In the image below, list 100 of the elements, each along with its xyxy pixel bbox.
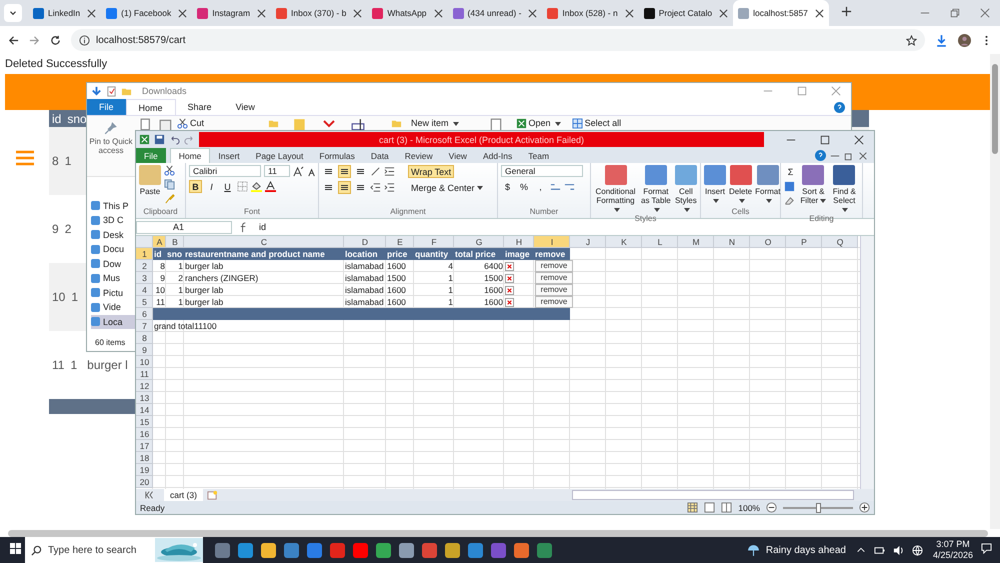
column-header[interactable]: Q — [822, 236, 858, 248]
autosum-button[interactable]: Σ — [784, 165, 797, 178]
navigation-item[interactable]: 3D C — [91, 214, 135, 227]
browser-tab[interactable]: Project Catalo — [638, 0, 734, 26]
row-header[interactable]: 6 — [136, 308, 153, 320]
column-header[interactable]: G — [454, 236, 504, 248]
remove-button[interactable]: remove — [535, 284, 573, 296]
ribbon-tab[interactable]: File — [87, 99, 126, 115]
app-icon[interactable] — [238, 542, 253, 558]
vertical-scrollbar[interactable] — [860, 236, 874, 489]
close-icon[interactable] — [719, 8, 728, 18]
row-header[interactable]: 4 — [136, 284, 153, 296]
row-header[interactable]: 8 — [136, 332, 153, 344]
number-format-button[interactable]: % — [517, 180, 532, 193]
ribbon-button[interactable]: Cell Styles — [674, 165, 697, 214]
column-header[interactable]: N — [714, 236, 750, 248]
font-style-button[interactable]: B — [189, 180, 202, 193]
merge-center-button[interactable]: Merge & Center — [408, 181, 486, 194]
horizontal-scrollbar[interactable] — [8, 530, 988, 537]
ribbon-button[interactable]: Conditional Formatting — [594, 165, 638, 214]
font-style-button[interactable]: I — [205, 180, 218, 193]
column-header[interactable]: K — [606, 236, 642, 248]
ribbon-button[interactable]: Find & Select — [830, 165, 859, 214]
number-format-dropdown[interactable]: General — [501, 165, 583, 177]
ribbon-tab[interactable]: Home — [126, 99, 176, 115]
browser-tab[interactable]: Inbox (528) - n — [542, 0, 639, 26]
search-field[interactable]: Type here to search — [25, 537, 203, 563]
close-icon[interactable] — [528, 8, 538, 18]
row-header[interactable]: 2 — [136, 260, 153, 272]
ribbon-tab[interactable]: Home — [170, 148, 210, 163]
navigation-item[interactable]: This P — [91, 199, 135, 212]
row-header[interactable]: 3 — [136, 272, 153, 284]
close-icon[interactable] — [434, 8, 443, 18]
formula-field[interactable]: id — [259, 222, 266, 232]
browser-tab[interactable]: (434 unread) - — [448, 0, 542, 26]
row-header[interactable]: 16 — [136, 428, 153, 440]
column-header[interactable]: L — [642, 236, 678, 248]
ribbon-tab[interactable]: Team — [520, 148, 558, 163]
app-icon[interactable] — [445, 542, 460, 558]
ribbon-tab[interactable]: Insert — [210, 148, 248, 163]
column-header[interactable]: D — [344, 236, 386, 248]
browser-tab[interactable]: Inbox (370) - b — [271, 0, 368, 26]
column-header[interactable]: C — [184, 236, 344, 248]
name-box[interactable]: A1 — [136, 220, 232, 234]
row-header[interactable]: 13 — [136, 392, 153, 404]
ribbon-button[interactable]: Format as Table — [640, 165, 672, 214]
close-icon[interactable] — [353, 8, 362, 18]
column-header[interactable]: O — [750, 236, 786, 248]
ribbon-tab[interactable]: Page Layout — [248, 148, 312, 163]
ribbon-tab[interactable]: Formulas — [311, 148, 363, 163]
app-icon[interactable] — [376, 542, 391, 558]
row-header[interactable]: 19 — [136, 464, 153, 476]
app-icon[interactable] — [307, 542, 322, 558]
ribbon-tab[interactable]: Add-Ins — [474, 148, 520, 163]
browser-tab[interactable]: localhost:5857 — [733, 0, 829, 26]
ribbon-button[interactable]: Delete — [729, 165, 752, 205]
navigation-item[interactable]: Vide — [91, 300, 135, 314]
row-header[interactable]: 9 — [136, 344, 153, 356]
app-icon[interactable] — [261, 542, 276, 558]
app-icon[interactable] — [353, 542, 368, 558]
address-bar[interactable]: localhost:58579/cart — [71, 29, 925, 51]
close-icon[interactable] — [624, 8, 634, 18]
row-header[interactable]: 10 — [136, 356, 153, 368]
close-icon[interactable] — [178, 8, 188, 18]
navigation-item[interactable]: Dow — [91, 257, 135, 270]
row-header[interactable]: 20 — [136, 476, 153, 488]
navigation-item[interactable]: Docu — [91, 242, 135, 256]
app-icon[interactable] — [399, 542, 414, 558]
column-header[interactable]: J — [570, 236, 606, 248]
new-item-button[interactable]: New item — [411, 118, 459, 129]
remove-button[interactable]: remove — [535, 260, 573, 272]
remove-button[interactable]: remove — [535, 296, 573, 308]
column-header[interactable]: M — [678, 236, 714, 248]
open-button[interactable]: Open — [516, 118, 561, 129]
ribbon-tab[interactable]: Review — [396, 148, 441, 163]
column-header[interactable]: A — [153, 236, 166, 248]
close-icon[interactable] — [257, 8, 266, 18]
number-format-button[interactable]: , — [534, 180, 548, 193]
column-header[interactable]: B — [166, 236, 184, 248]
zoom-slider-thumb[interactable] — [816, 502, 820, 512]
column-header[interactable]: F — [414, 236, 454, 248]
column-header[interactable]: E — [386, 236, 414, 248]
pin-button[interactable]: Pin to Quick access — [87, 116, 135, 176]
font-style-button[interactable]: U — [221, 180, 234, 193]
app-icon[interactable] — [284, 542, 299, 558]
ribbon-button[interactable]: Sort & Filter — [800, 165, 827, 205]
row-header[interactable]: 1 — [136, 248, 153, 260]
navigation-item[interactable]: Pictu — [91, 286, 135, 300]
browser-tab[interactable]: LinkedIn — [28, 0, 102, 26]
number-format-button[interactable]: $ — [501, 180, 514, 193]
column-header[interactable]: I — [534, 236, 570, 248]
wrap-text-button[interactable]: Wrap Text — [408, 165, 454, 178]
row-header[interactable]: 11 — [136, 368, 153, 380]
row-header[interactable]: 18 — [136, 452, 153, 464]
align-button[interactable] — [338, 181, 351, 194]
navigation-item[interactable]: Loca — [91, 315, 135, 328]
browser-tab[interactable]: (1) Facebook — [101, 0, 192, 26]
column-header[interactable]: P — [786, 236, 822, 248]
app-icon[interactable] — [537, 542, 552, 558]
font-size-dropdown[interactable]: 11 — [264, 165, 290, 177]
